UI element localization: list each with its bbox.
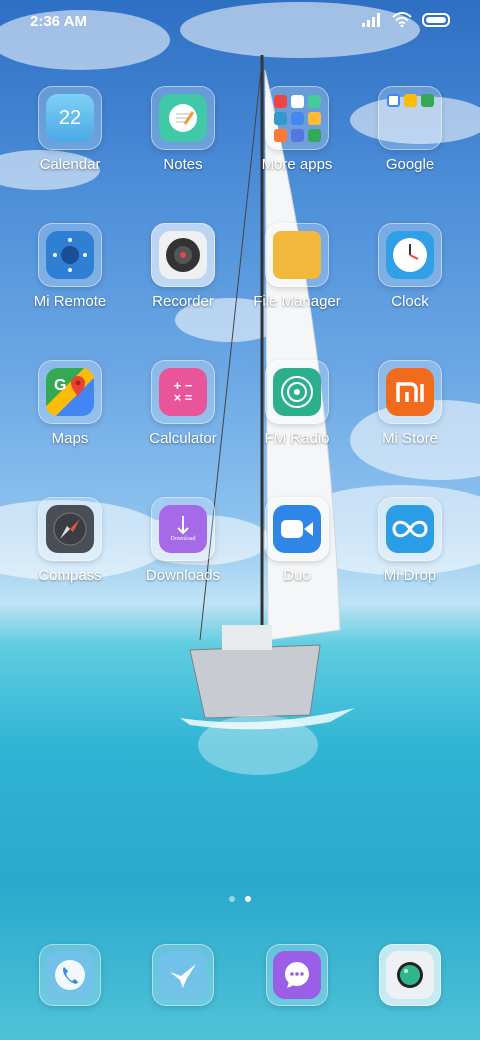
app-label: File Manager	[253, 293, 341, 310]
folder-icon	[273, 231, 321, 279]
recorder-icon	[159, 231, 207, 279]
app-label: More apps	[261, 156, 333, 173]
dock-messages[interactable]	[242, 944, 352, 1006]
app-label: Notes	[163, 156, 203, 173]
signal-icon	[362, 12, 380, 27]
app-label: Compass	[38, 567, 102, 584]
page-dot-current[interactable]	[245, 896, 251, 902]
download-badge-text: Download	[170, 536, 196, 542]
phone-icon	[46, 951, 94, 999]
app-calculator[interactable]: + − × = Calculator	[128, 360, 238, 447]
message-icon	[273, 951, 321, 999]
dock-phone[interactable]	[15, 944, 125, 1006]
app-label: Duo	[283, 567, 311, 584]
app-label: FM Radio	[264, 430, 330, 447]
app-label: Clock	[391, 293, 429, 310]
wifi-icon	[392, 12, 412, 27]
app-maps[interactable]: G Maps	[15, 360, 125, 447]
drop-icon	[386, 505, 434, 553]
folder-more-apps[interactable]: More apps	[242, 86, 352, 173]
compass-icon	[46, 505, 94, 553]
bird-icon	[159, 951, 207, 999]
camera-icon	[386, 951, 434, 999]
folder-icon	[386, 94, 434, 107]
maps-icon: G	[46, 368, 94, 416]
notes-icon	[159, 94, 207, 142]
app-calendar[interactable]: 22 Calendar	[15, 86, 125, 173]
dock-camera[interactable]	[355, 944, 465, 1006]
calculator-icon: + − × =	[159, 368, 207, 416]
folder-google[interactable]: Google	[355, 86, 465, 173]
status-time: 2:36 AM	[30, 13, 87, 30]
clock-icon	[386, 231, 434, 279]
app-label: Mi Drop	[383, 567, 437, 584]
svg-text:G: G	[54, 377, 66, 394]
calendar-icon: 22	[46, 94, 94, 142]
app-notes[interactable]: Notes	[128, 86, 238, 173]
app-clock[interactable]: Clock	[355, 223, 465, 310]
app-fm-radio[interactable]: FM Radio	[242, 360, 352, 447]
app-mi-remote[interactable]: Mi Remote	[15, 223, 125, 310]
radio-icon	[273, 368, 321, 416]
page-dot[interactable]	[229, 896, 235, 902]
store-icon	[386, 368, 434, 416]
battery-icon	[422, 12, 450, 27]
app-label: Google	[385, 156, 435, 173]
app-compass[interactable]: Compass	[15, 497, 125, 584]
app-recorder[interactable]: Recorder	[128, 223, 238, 310]
app-file-manager[interactable]: File Manager	[242, 223, 352, 310]
dock-messenger[interactable]	[128, 944, 238, 1006]
status-bar: 2:36 AM	[0, 0, 480, 44]
app-downloads[interactable]: Download Downloads	[128, 497, 238, 584]
app-mi-store[interactable]: Mi Store	[355, 360, 465, 447]
download-icon: Download	[159, 505, 207, 553]
app-mi-drop[interactable]: Mi Drop	[355, 497, 465, 584]
app-label: Calendar	[39, 156, 101, 173]
app-duo[interactable]: Duo	[242, 497, 352, 584]
app-label: Maps	[51, 430, 89, 447]
calendar-date: 22	[58, 106, 82, 129]
folder-icon	[273, 94, 321, 142]
video-icon	[273, 505, 321, 553]
app-label: Downloads	[145, 567, 221, 584]
app-label: Mi Store	[382, 430, 438, 447]
remote-icon	[46, 231, 94, 279]
page-indicator	[0, 896, 480, 902]
app-label: Recorder	[152, 293, 214, 310]
app-label: Mi Remote	[33, 293, 107, 310]
app-label: Calculator	[149, 430, 217, 447]
